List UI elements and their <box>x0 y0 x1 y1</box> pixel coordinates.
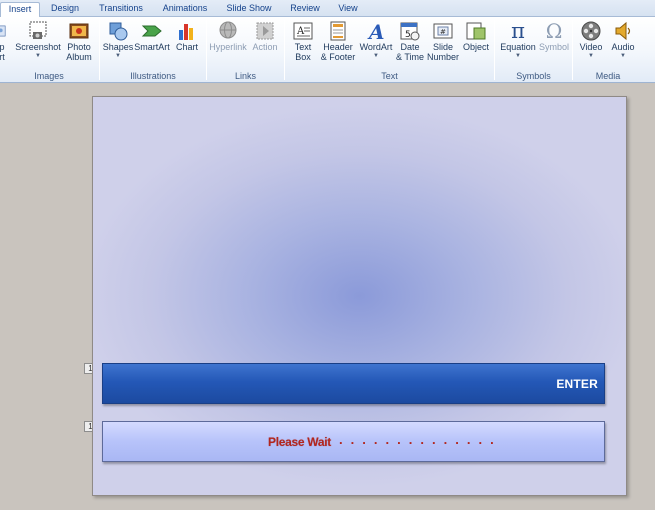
pi-icon: π <box>511 19 525 43</box>
audio-label: Audio <box>611 42 635 52</box>
action-label: Action <box>252 42 278 52</box>
date-time-label-1: Date <box>400 42 420 52</box>
tab-insert[interactable]: Insert <box>0 2 40 18</box>
header-footer-label-2: & Footer <box>320 52 356 62</box>
enter-text: ENTER <box>556 377 598 391</box>
shapes-icon <box>109 22 128 41</box>
text-box-button[interactable]: A Text Box <box>288 20 318 62</box>
tab-design[interactable]: Design <box>44 2 86 17</box>
header-footer-label-1: Header <box>323 42 353 52</box>
svg-text:#: # <box>440 28 446 36</box>
photo-album-icon <box>69 23 89 39</box>
group-label-images: Images <box>34 71 64 81</box>
svg-text:5: 5 <box>405 30 411 40</box>
tab-slide-show[interactable]: Slide Show <box>222 2 276 17</box>
video-label: Video <box>579 42 603 52</box>
group-label-symbols: Symbols <box>516 71 551 81</box>
group-label-text: Text <box>381 71 398 81</box>
chevron-down-icon: ▼ <box>373 53 379 59</box>
equation-label: Equation <box>500 42 536 52</box>
tab-animations[interactable]: Animations <box>155 2 215 17</box>
tab-review[interactable]: Review <box>284 2 326 17</box>
equation-button[interactable]: π Equation ▼ <box>498 20 538 60</box>
action-button[interactable]: Action <box>250 20 280 52</box>
date-time-label-2: & Time <box>395 52 424 62</box>
clipart-button[interactable]: p rt <box>0 20 10 62</box>
text-box-icon: A <box>293 22 313 40</box>
slide-number-icon: # <box>433 23 453 39</box>
header-footer-icon <box>330 21 346 41</box>
chart-icon <box>179 24 193 40</box>
clipart-label-1: p <box>0 42 5 52</box>
chevron-down-icon: ▼ <box>115 53 121 59</box>
speaker-icon <box>615 21 631 41</box>
please-wait-text: Please Wait <box>268 435 331 449</box>
ribbon-tab-strip: Insert Design Transitions Animations Sli… <box>0 0 655 18</box>
svg-text:A: A <box>296 26 305 37</box>
tab-transitions[interactable]: Transitions <box>92 2 150 17</box>
text-box-label-1: Text <box>294 42 312 52</box>
hyperlink-label: Hyperlink <box>209 42 247 52</box>
hyperlink-icon <box>219 21 237 39</box>
photo-album-button[interactable]: Photo Album <box>62 20 96 62</box>
screenshot-button[interactable]: Screenshot ▼ <box>15 20 61 60</box>
shapes-label: Shapes <box>102 42 134 52</box>
screenshot-icon <box>29 21 47 39</box>
screenshot-label: Screenshot <box>15 42 61 52</box>
video-button[interactable]: Video ▼ <box>576 20 606 60</box>
loading-dots: . . . . . . . . . . . . . . <box>339 432 496 447</box>
text-box-label-2: Box <box>295 52 311 62</box>
object-label: Object <box>462 42 489 52</box>
audio-button[interactable]: Audio ▼ <box>608 20 638 60</box>
chevron-down-icon: ▼ <box>620 53 626 59</box>
group-label-illustrations: Illustrations <box>130 71 176 81</box>
chevron-down-icon: ▼ <box>588 53 594 59</box>
action-icon <box>256 22 274 40</box>
header-footer-button[interactable]: Header & Footer <box>319 20 357 62</box>
hyperlink-button[interactable]: Hyperlink <box>208 20 248 52</box>
group-label-media: Media <box>595 71 621 81</box>
chevron-down-icon: ▼ <box>515 53 521 59</box>
ribbon-insert-panel: p rt Screenshot ▼ Photo Album Images Sha… <box>0 17 655 83</box>
date-time-button[interactable]: 5 Date & Time <box>395 20 425 62</box>
slide-canvas[interactable]: ENTER Please Wait . . . . . . . . . . . … <box>92 96 627 496</box>
slide-number-label-1: Slide <box>432 42 453 52</box>
chart-label: Chart <box>175 42 198 52</box>
clipart-label-2: rt <box>0 52 5 62</box>
slide-number-button[interactable]: # Slide Number <box>426 20 460 62</box>
chart-button[interactable]: Chart <box>172 20 202 52</box>
please-wait-shape[interactable]: Please Wait . . . . . . . . . . . . . . <box>102 421 605 462</box>
wordart-icon: A <box>367 20 385 42</box>
enter-shape[interactable]: ENTER <box>102 363 605 404</box>
tab-view[interactable]: View <box>332 2 364 17</box>
object-button[interactable]: Object <box>461 20 491 52</box>
wordart-button[interactable]: A WordArt ▼ <box>358 20 394 60</box>
omega-icon: Ω <box>545 19 563 43</box>
group-label-links: Links <box>234 71 256 81</box>
smartart-label: SmartArt <box>134 42 170 52</box>
symbol-button[interactable]: Ω Symbol <box>538 20 570 52</box>
object-icon <box>466 22 486 40</box>
photo-album-label-2: Album <box>66 52 92 62</box>
chevron-down-icon: ▼ <box>35 53 41 59</box>
slide-editing-area: 1 1 ENTER Please Wait . . . . . . . . . … <box>0 84 655 510</box>
smartart-button[interactable]: SmartArt <box>134 20 170 52</box>
wordart-label: WordArt <box>359 42 393 52</box>
date-time-icon: 5 <box>400 22 420 41</box>
symbol-label: Symbol <box>538 42 569 52</box>
slide-number-label-2: Number <box>426 52 459 62</box>
smartart-icon <box>141 25 162 37</box>
clipart-icon <box>0 25 6 37</box>
film-reel-icon <box>581 21 601 41</box>
shapes-button[interactable]: Shapes ▼ <box>102 20 134 60</box>
photo-album-label-1: Photo <box>67 42 91 52</box>
svg-text:A: A <box>367 20 385 42</box>
